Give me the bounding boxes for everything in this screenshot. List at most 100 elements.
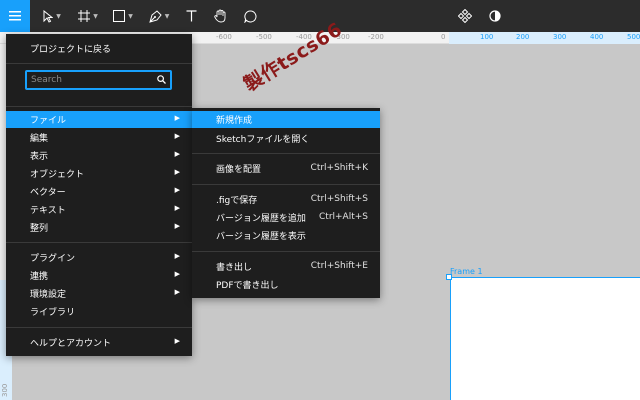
menu-item-libraries[interactable]: ライブラリ bbox=[6, 303, 192, 320]
submenu-item-label: 画像を配置 bbox=[216, 165, 262, 175]
ruler-tick: -500 bbox=[256, 33, 272, 41]
menu-divider bbox=[6, 242, 192, 243]
frame-tool-button[interactable]: ▼ bbox=[74, 0, 102, 32]
search-icon bbox=[157, 75, 166, 84]
submenu-item-export[interactable]: 書き出し Ctrl+Shift+E bbox=[192, 258, 380, 275]
move-tool-icon bbox=[43, 9, 54, 23]
submenu-item-save-fig[interactable]: .figで保存 Ctrl+Shift+S bbox=[192, 191, 380, 208]
menu-divider bbox=[6, 327, 192, 328]
chevron-right-icon: ▶ bbox=[174, 150, 180, 158]
menu-search-box[interactable] bbox=[25, 70, 172, 90]
menu-item-plugins[interactable]: プラグイン ▶ bbox=[6, 249, 192, 266]
menu-item-label: 環境設定 bbox=[30, 290, 67, 300]
submenu-divider bbox=[192, 184, 380, 185]
submenu-item-open-sketch[interactable]: Sketchファイルを開く bbox=[192, 130, 380, 147]
submenu-item-label: .figで保存 bbox=[216, 196, 258, 206]
menu-item-file[interactable]: ファイル ▶ bbox=[6, 111, 192, 128]
chevron-right-icon: ▶ bbox=[174, 337, 180, 345]
text-tool-button[interactable] bbox=[180, 0, 202, 32]
menu-item-object[interactable]: オブジェクト ▶ bbox=[6, 165, 192, 182]
submenu-item-new[interactable]: 新規作成 bbox=[192, 111, 380, 128]
contrast-button[interactable] bbox=[483, 0, 507, 32]
shortcut-label: Ctrl+Shift+E bbox=[310, 261, 368, 271]
menu-item-label: プラグイン bbox=[30, 254, 76, 264]
ruler-tick: 300 bbox=[553, 33, 567, 41]
menu-item-text[interactable]: テキスト ▶ bbox=[6, 201, 192, 218]
ruler-tick: 0 bbox=[441, 33, 446, 41]
chevron-right-icon: ▶ bbox=[174, 186, 180, 194]
submenu-item-label: 新規作成 bbox=[216, 116, 253, 126]
menu-icon bbox=[9, 11, 21, 21]
submenu-item-place-image[interactable]: 画像を配置 Ctrl+Shift+K bbox=[192, 160, 380, 177]
text-tool-icon bbox=[186, 10, 196, 22]
submenu-item-label: バージョン履歴を追加 bbox=[216, 214, 306, 224]
submenu-divider bbox=[192, 251, 380, 252]
components-icon bbox=[458, 9, 472, 23]
ruler-tick: 400 bbox=[590, 33, 604, 41]
ruler-tick: -600 bbox=[216, 33, 232, 41]
shape-tool-icon bbox=[113, 10, 126, 22]
pen-tool-icon bbox=[148, 9, 162, 23]
menu-item-back-to-project[interactable]: プロジェクトに戻る bbox=[6, 40, 192, 57]
comment-tool-icon bbox=[243, 9, 256, 23]
menu-item-integrations[interactable]: 連携 ▶ bbox=[6, 267, 192, 284]
submenu-item-label: PDFで書き出し bbox=[216, 281, 279, 291]
menu-item-vector[interactable]: ベクター ▶ bbox=[6, 183, 192, 200]
submenu-item-label: 書き出し bbox=[216, 263, 253, 273]
menu-search-input[interactable] bbox=[31, 73, 151, 87]
menu-item-arrange[interactable]: 整列 ▶ bbox=[6, 219, 192, 236]
menu-divider bbox=[6, 63, 192, 64]
submenu-item-show-version-history[interactable]: バージョン履歴を表示 bbox=[192, 227, 380, 244]
chevron-right-icon: ▶ bbox=[174, 114, 180, 122]
file-submenu: 新規作成 Sketchファイルを開く 画像を配置 Ctrl+Shift+K .f… bbox=[192, 108, 380, 298]
chevron-right-icon: ▶ bbox=[174, 132, 180, 140]
menu-item-label: 表示 bbox=[30, 152, 49, 162]
chevron-down-icon: ▼ bbox=[93, 12, 98, 20]
frame-tool-icon bbox=[78, 10, 91, 22]
main-menu-button[interactable] bbox=[0, 0, 30, 32]
shortcut-label: Ctrl+Shift+S bbox=[310, 194, 368, 204]
hand-tool-button[interactable] bbox=[208, 0, 232, 32]
chevron-right-icon: ▶ bbox=[174, 168, 180, 176]
move-tool-button[interactable]: ▼ bbox=[38, 0, 66, 32]
shortcut-label: Ctrl+Shift+K bbox=[310, 163, 368, 173]
main-menu: プロジェクトに戻る ファイル ▶ 編集 ▶ 表示 ▶ オブジェクト ▶ ベクター… bbox=[6, 34, 192, 356]
submenu-item-add-version[interactable]: バージョン履歴を追加 Ctrl+Alt+S bbox=[192, 209, 380, 226]
ruler-tick: 200 bbox=[516, 33, 530, 41]
ruler-selection-highlight bbox=[449, 32, 640, 44]
menu-item-label: テキスト bbox=[30, 206, 66, 216]
ruler-tick: -200 bbox=[368, 33, 384, 41]
frame-label[interactable]: Frame 1 bbox=[450, 267, 483, 276]
shortcut-label: Ctrl+Alt+S bbox=[319, 212, 368, 222]
menu-divider bbox=[6, 106, 192, 107]
menu-item-help-account[interactable]: ヘルプとアカウント ▶ bbox=[6, 334, 192, 351]
canvas-frame[interactable] bbox=[450, 277, 640, 400]
menu-item-edit[interactable]: 編集 ▶ bbox=[6, 129, 192, 146]
menu-item-label: 整列 bbox=[30, 224, 49, 234]
chevron-right-icon: ▶ bbox=[174, 288, 180, 296]
submenu-item-label: バージョン履歴を表示 bbox=[216, 232, 306, 242]
contrast-icon bbox=[489, 10, 501, 22]
shape-tool-button[interactable]: ▼ bbox=[108, 0, 138, 32]
chevron-down-icon: ▼ bbox=[56, 12, 61, 20]
menu-item-label: ファイル bbox=[30, 116, 67, 126]
menu-item-label: ベクター bbox=[30, 188, 66, 198]
chevron-right-icon: ▶ bbox=[174, 270, 180, 278]
menu-item-preferences[interactable]: 環境設定 ▶ bbox=[6, 285, 192, 302]
ruler-tick: 500 bbox=[627, 33, 640, 41]
submenu-item-export-pdf[interactable]: PDFで書き出し bbox=[192, 276, 380, 293]
chevron-down-icon: ▼ bbox=[128, 12, 133, 20]
chevron-down-icon: ▼ bbox=[164, 12, 170, 20]
frame-resize-handle[interactable] bbox=[446, 274, 452, 280]
chevron-right-icon: ▶ bbox=[174, 204, 180, 212]
pen-tool-button[interactable]: ▼ bbox=[144, 0, 174, 32]
ruler-tick: 300 bbox=[1, 383, 9, 397]
menu-item-label: 編集 bbox=[30, 134, 49, 144]
submenu-item-label: Sketchファイルを開く bbox=[216, 135, 310, 145]
hand-tool-icon bbox=[213, 9, 225, 23]
menu-item-view[interactable]: 表示 ▶ bbox=[6, 147, 192, 164]
menu-item-label: オブジェクト bbox=[30, 170, 85, 180]
comment-tool-button[interactable] bbox=[238, 0, 262, 32]
chevron-right-icon: ▶ bbox=[174, 222, 180, 230]
components-button[interactable] bbox=[453, 0, 477, 32]
